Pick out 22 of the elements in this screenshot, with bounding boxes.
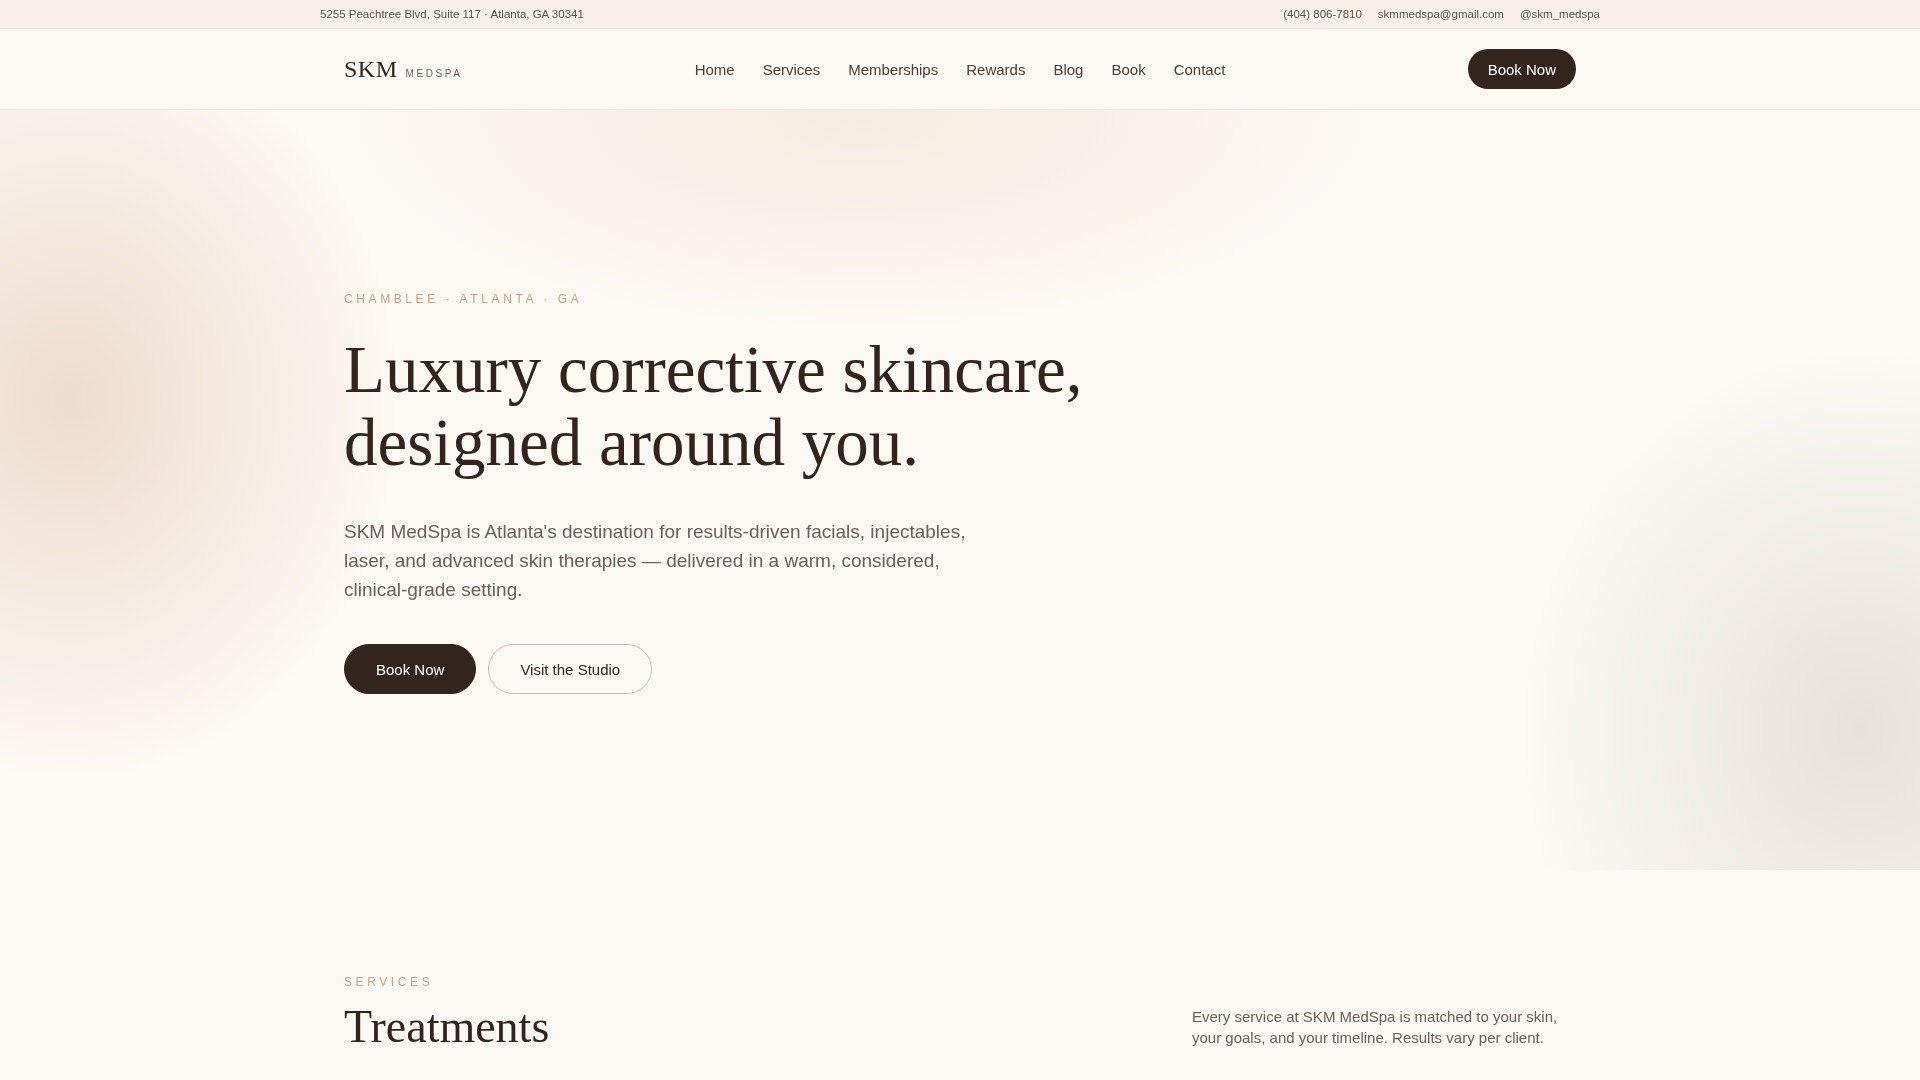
nav-link[interactable]: Rewards <box>966 60 1026 78</box>
location-eyebrow: CHAMBLEE · ATLANTA · GA <box>344 291 583 307</box>
hero-heading: Luxury corrective skincare, designed around you. <box>344 333 1084 479</box>
nav-link[interactable]: Home <box>694 60 735 78</box>
visit-studio-button[interactable]: Visit the Studio <box>488 644 653 694</box>
address-text: 5255 Peachtree Blvd, Suite 117 · Atlanta, GA 30341 <box>320 8 584 20</box>
section-eyebrow: SERVICES <box>344 974 434 990</box>
logo-wordmark[interactable]: SKM <box>344 55 398 83</box>
nav-link[interactable]: Services <box>762 60 821 78</box>
nav-link[interactable]: Blog <box>1053 60 1084 78</box>
phone-number-link[interactable]: (404) 806-7810 <box>1283 8 1362 20</box>
book-now-button[interactable]: Book Now <box>1467 49 1576 89</box>
logo-tagline: MEDSPA <box>405 67 463 79</box>
social-handle-link[interactable]: @skm_medspa <box>1519 8 1600 20</box>
nav-link[interactable]: Memberships <box>848 60 939 78</box>
nav-link[interactable]: Book <box>1111 60 1146 78</box>
hero-description: SKM MedSpa is Atlanta's destination for results-driven facials, injectables, laser, and advanced skin therapies — delivered in a warm, considered, clinical-grade setting. <box>344 520 967 602</box>
email-address-link[interactable]: skmmedspa@gmail.com <box>1377 8 1504 20</box>
section-description: Every service at SKM MedSpa is matched to your skin, your goals, and your timeline. Results vary per client. <box>1192 1007 1559 1048</box>
section-heading: Treatments <box>344 1000 550 1054</box>
nav-link[interactable]: Contact <box>1173 60 1226 78</box>
book-now-button[interactable]: Book Now <box>344 644 477 694</box>
